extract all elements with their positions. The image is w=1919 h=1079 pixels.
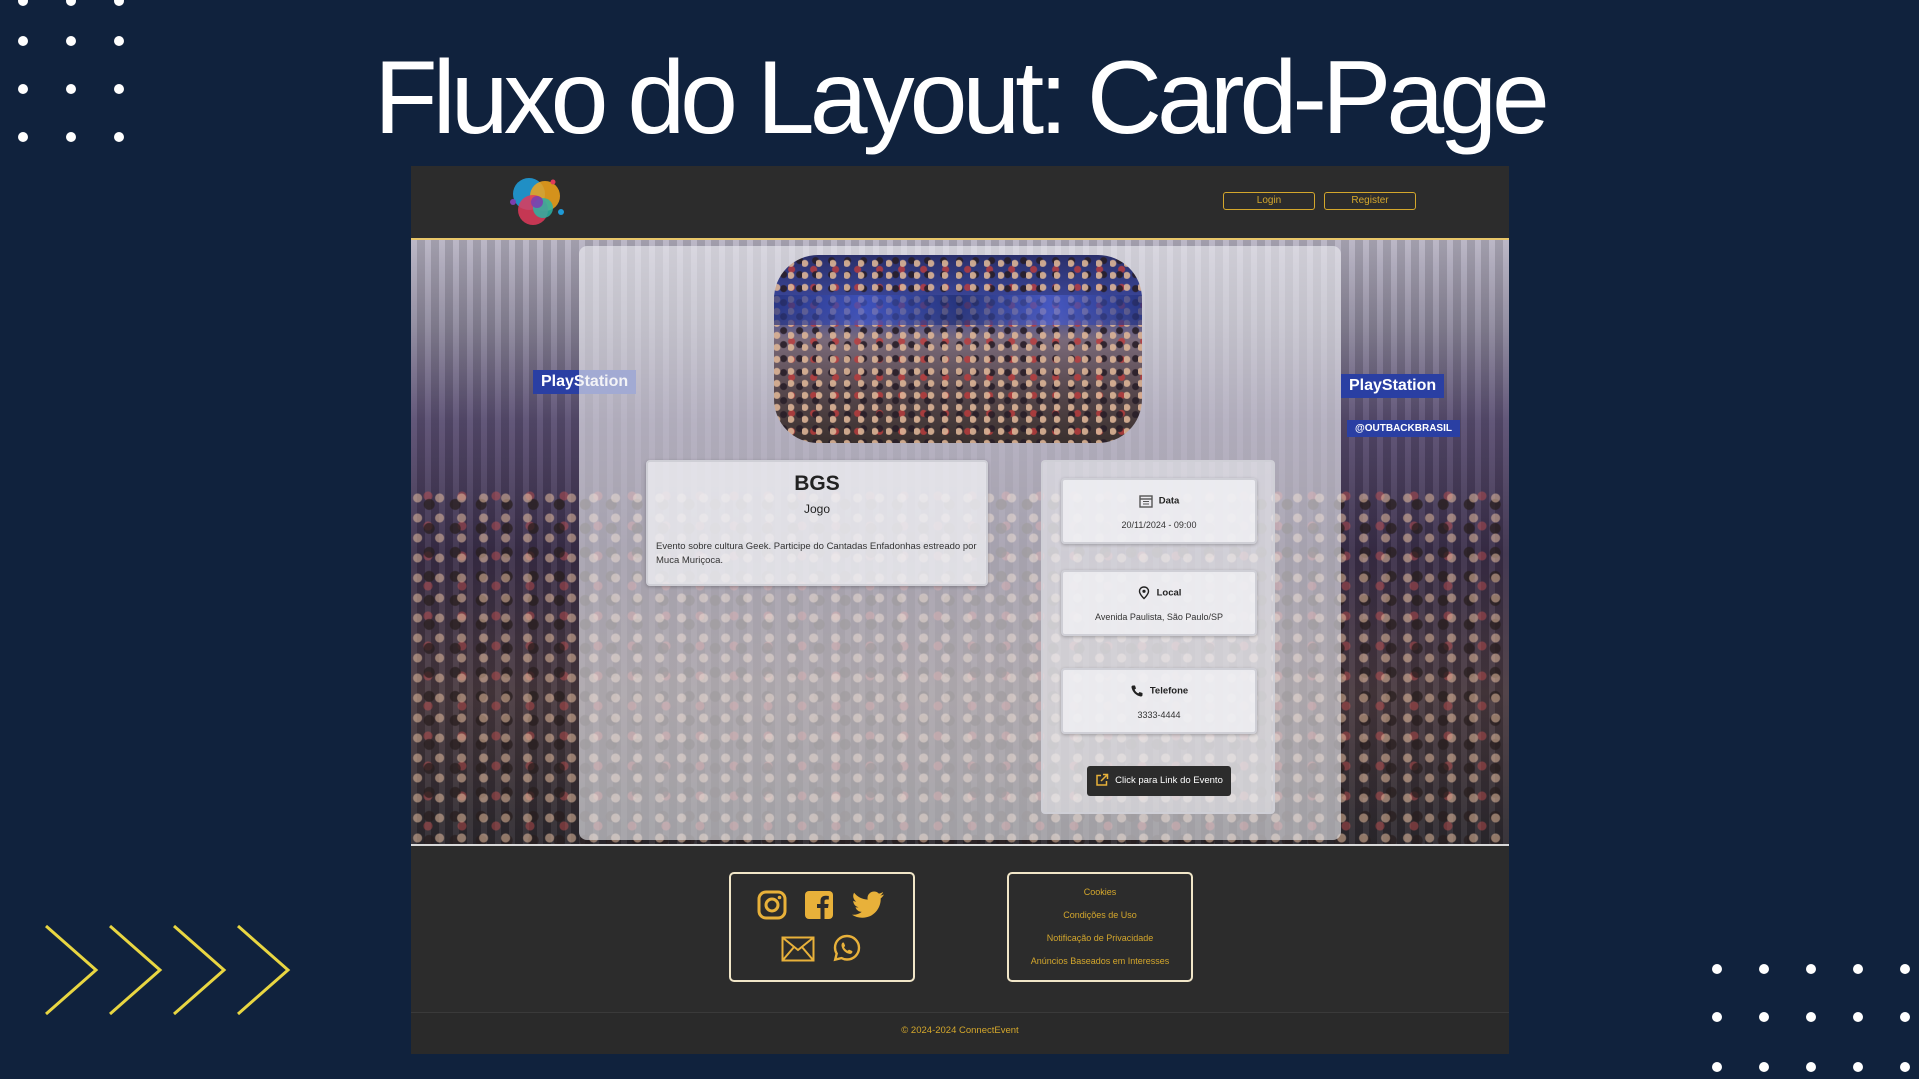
chevrons-decoration <box>45 924 291 1016</box>
phone-title: Telefone <box>1149 685 1189 697</box>
calendar-icon <box>1139 495 1153 508</box>
legal-links-list: Cookies Condições de Uso Notificação de … <box>1009 874 1191 973</box>
slide-title: Fluxo do Layout: Card-Page <box>374 40 1550 156</box>
link-cookies[interactable]: Cookies <box>1009 881 1191 904</box>
hero-sign: @OUTBACKBRASIL <box>1347 420 1460 437</box>
copyright-text: © 2024-2024 ConnectEvent <box>901 1025 1019 1036</box>
social-links-box <box>729 872 915 982</box>
event-name: BGS <box>794 472 840 495</box>
phone-value: 3333-4444 <box>1137 710 1181 720</box>
event-crowd-photo <box>774 255 1142 443</box>
event-details-panel: Data 20/11/2024 - 09:00 Local Avenida Pa… <box>1041 460 1275 814</box>
location-title: Local <box>1156 587 1182 599</box>
event-description: Evento sobre cultura Geek. Participe do … <box>656 541 977 566</box>
event-info-box: BGS Jogo Evento sobre cultura Geek. Part… <box>646 460 988 586</box>
mail-icon[interactable] <box>781 936 815 967</box>
map-pin-icon <box>1138 586 1149 600</box>
date-title: Data <box>1158 495 1180 507</box>
register-button[interactable]: Register <box>1324 192 1416 210</box>
login-button[interactable]: Login <box>1223 192 1315 210</box>
copyright-bar: © 2024-2024 ConnectEvent <box>411 1012 1509 1054</box>
link-privacy[interactable]: Notificação de Privacidade <box>1009 927 1191 950</box>
event-category: Jogo <box>803 502 831 516</box>
phone-icon <box>1131 685 1143 697</box>
app-screenshot-frame: Login Register PlayStation PlayStation @… <box>411 166 1509 1054</box>
instagram-icon[interactable] <box>757 890 787 925</box>
external-link-icon <box>1096 774 1109 787</box>
date-title-row: Data <box>1063 494 1255 508</box>
photo-booth-band <box>774 295 1142 325</box>
hero-background: PlayStation PlayStation @OUTBACKBRASIL B… <box>411 240 1509 844</box>
app-header: Login Register <box>411 166 1509 240</box>
link-interest-ads[interactable]: Anúncios Baseados em Interesses <box>1009 950 1191 973</box>
event-link-label: Click para Link do Evento <box>1115 775 1223 786</box>
location-title-row: Local <box>1063 586 1255 600</box>
multicolor-logo-icon[interactable] <box>503 172 571 232</box>
phone-box: Telefone 3333-4444 <box>1061 668 1257 734</box>
twitter-icon[interactable] <box>851 890 885 925</box>
app-footer: Cookies Condições de Uso Notificação de … <box>411 844 1509 1054</box>
facebook-icon[interactable] <box>804 890 834 925</box>
legal-links-box: Cookies Condições de Uso Notificação de … <box>1007 872 1193 982</box>
location-value: Avenida Paulista, São Paulo/SP <box>1095 612 1223 622</box>
location-box: Local Avenida Paulista, São Paulo/SP <box>1061 570 1257 636</box>
date-value: 20/11/2024 - 09:00 <box>1121 520 1197 530</box>
event-card: BGS Jogo Evento sobre cultura Geek. Part… <box>579 246 1341 840</box>
event-link-button[interactable]: Click para Link do Evento <box>1087 766 1231 796</box>
date-box: Data 20/11/2024 - 09:00 <box>1061 478 1257 544</box>
link-terms[interactable]: Condições de Uso <box>1009 904 1191 927</box>
dot-grid-bottom-right <box>1712 964 1919 1079</box>
whatsapp-icon[interactable] <box>833 934 861 967</box>
hero-sign: PlayStation <box>1341 374 1445 398</box>
phone-title-row: Telefone <box>1063 684 1255 698</box>
